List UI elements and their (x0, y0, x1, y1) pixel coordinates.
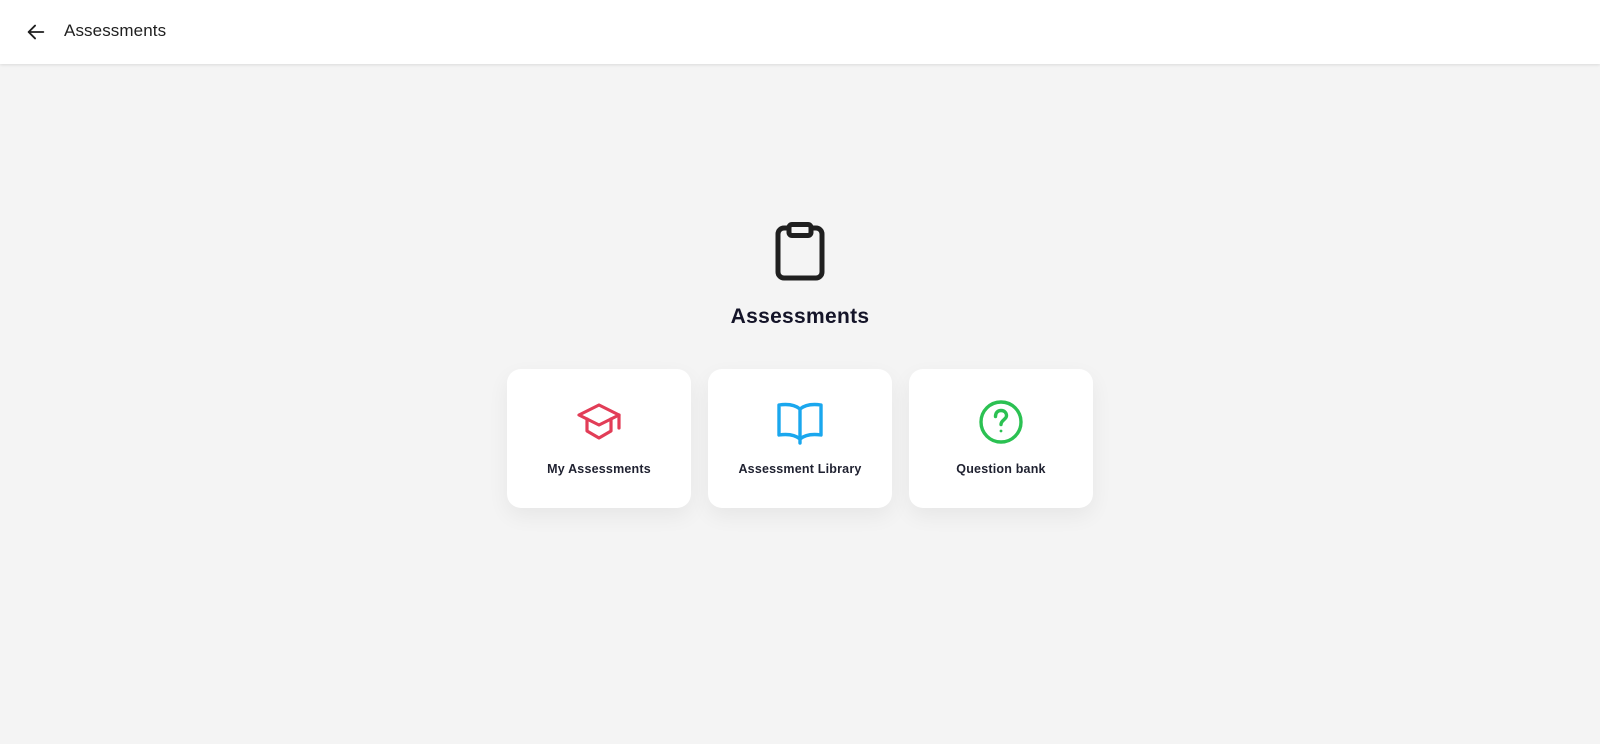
card-label: Assessment Library (738, 462, 862, 476)
back-button[interactable] (22, 18, 50, 46)
question-bank-card[interactable]: Question bank (909, 369, 1093, 508)
page-title: Assessments (64, 21, 167, 40)
top-app-bar: Assessments (0, 0, 1600, 64)
graduation-cap-icon (577, 403, 621, 440)
card-label: Question bank (956, 462, 1046, 476)
open-book-icon (777, 402, 823, 445)
arrow-left-icon (27, 24, 45, 40)
clipboard-icon (775, 222, 825, 281)
section-title: Assessments (730, 305, 870, 328)
card-label: My Assessments (547, 462, 651, 476)
question-circle-icon (979, 400, 1023, 444)
my-assessments-card[interactable]: My Assessments (507, 369, 691, 508)
assessment-options: My Assessments Assessment Library Questi… (507, 369, 1093, 508)
assessment-library-card[interactable]: Assessment Library (708, 369, 892, 508)
